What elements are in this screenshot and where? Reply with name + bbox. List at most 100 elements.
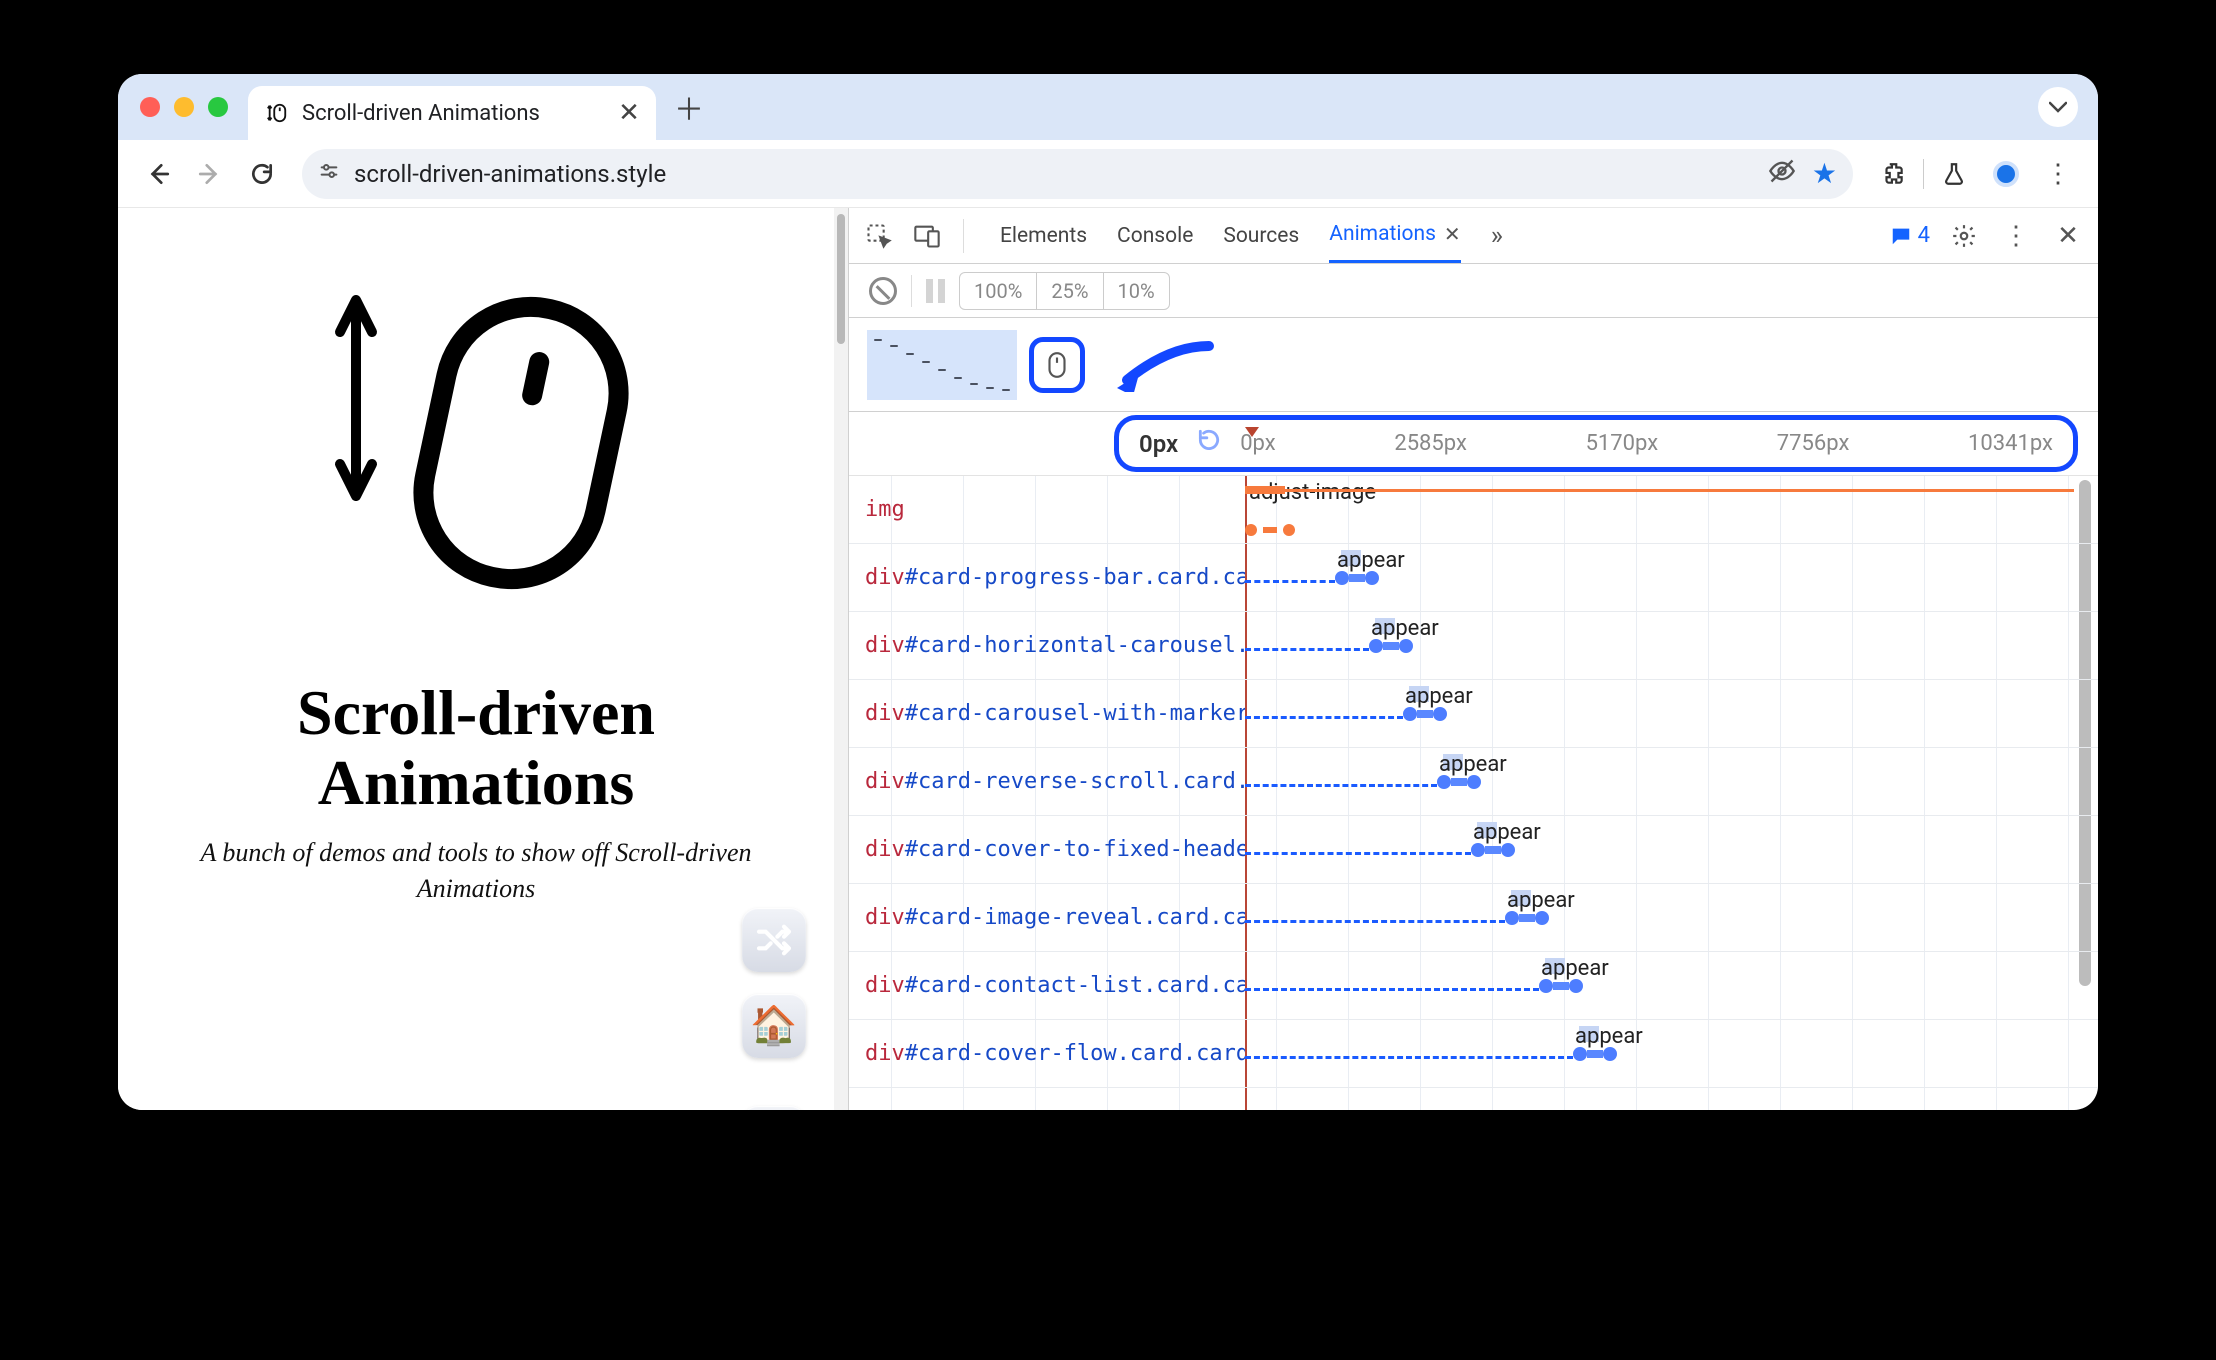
browser-toolbar: scroll-driven-animations.style ★ ⋮ <box>118 140 2098 208</box>
speed-selector[interactable]: 100% 25% 10% <box>959 272 1170 310</box>
row-selector: div#card-carousel-with-marker <box>849 701 1245 726</box>
animation-name: appear <box>1575 1024 1643 1049</box>
page-title: Scroll-drivenAnimations <box>168 678 784 819</box>
row-selector: div#card-contact-list.card.ca <box>849 973 1245 998</box>
animation-thumbnail[interactable] <box>867 330 1017 400</box>
animation-name: appear <box>1405 684 1473 709</box>
animation-row[interactable]: img adjust-image <box>849 476 2098 544</box>
speed-10[interactable]: 10% <box>1104 273 1169 309</box>
tab-strip: Scroll-driven Animations ✕ ＋ <box>118 74 2098 140</box>
animation-row[interactable]: div#card-cover-to-fixed-heade appear <box>849 816 2098 884</box>
bookmark-star-icon[interactable]: ★ <box>1812 157 1837 190</box>
row-timeline[interactable]: appear <box>1245 1020 2074 1087</box>
chrome-menu-icon[interactable]: ⋮ <box>2036 152 2080 196</box>
animation-preview-row <box>849 318 2098 412</box>
callout-arrow-icon <box>1109 332 1219 392</box>
animation-row[interactable]: div#card-horizontal-carousel. appear <box>849 612 2098 680</box>
row-selector: div#card-image-reveal.card.ca <box>849 905 1245 930</box>
ruler-highlight: 0px 0px 2585px 5170px 7756px 10341px <box>1114 415 2078 472</box>
clear-button[interactable] <box>869 277 897 305</box>
animation-row[interactable]: div#card-image-reveal.card.ca appear <box>849 884 2098 952</box>
row-selector: div#card-progress-bar.card.ca <box>849 565 1245 590</box>
animation-rows: img adjust-image div#card-progress-bar.c… <box>849 476 2098 1110</box>
row-selector: div#card-reverse-scroll.card. <box>849 769 1245 794</box>
tab-console[interactable]: Console <box>1117 208 1193 263</box>
browser-window: Scroll-driven Animations ✕ ＋ scroll-driv… <box>118 74 2098 1110</box>
row-timeline[interactable]: appear <box>1245 748 2074 815</box>
row-selector: div#card-horizontal-carousel. <box>849 633 1245 658</box>
close-devtools-icon[interactable]: ✕ <box>2050 218 2086 254</box>
devtools-panel: Elements Console Sources Animations✕ » 4 <box>848 208 2098 1110</box>
animation-row[interactable]: div#card-carousel-with-marker appear <box>849 680 2098 748</box>
url-text: scroll-driven-animations.style <box>354 160 1754 188</box>
page-logo <box>168 288 784 618</box>
animations-controls: 100% 25% 10% <box>849 264 2098 318</box>
tab-sources[interactable]: Sources <box>1223 208 1299 263</box>
replay-icon[interactable] <box>1196 427 1222 460</box>
page-subtitle: A bunch of demos and tools to show off S… <box>168 835 784 908</box>
playhead-position: 0px <box>1139 430 1178 458</box>
tab-elements[interactable]: Elements <box>1000 208 1087 263</box>
devtools-menu-icon[interactable]: ⋮ <box>1998 218 2034 254</box>
animation-row[interactable]: div#card-progress-bar.card.ca appear <box>849 544 2098 612</box>
row-selector: div#card-cover-flow.card.card <box>849 1041 1245 1066</box>
animation-row[interactable]: div#card-contact-list.card.ca appear <box>849 952 2098 1020</box>
rendered-page[interactable]: Scroll-drivenAnimations A bunch of demos… <box>118 208 834 1110</box>
close-tab-icon[interactable]: ✕ <box>614 98 644 128</box>
ruler-ticks: 0px 2585px 5170px 7756px 10341px <box>1240 431 2053 456</box>
profile-avatar[interactable] <box>1984 152 2028 196</box>
toolbar-separator <box>1923 159 1924 189</box>
row-selector: img <box>849 497 1245 522</box>
animation-name: appear <box>1439 752 1507 777</box>
tab-favicon-mouse-icon <box>266 102 288 124</box>
settings-gear-icon[interactable] <box>1946 218 1982 254</box>
row-selector: div#card-cover-to-fixed-heade <box>849 837 1245 862</box>
devtools-top-bar: Elements Console Sources Animations✕ » 4 <box>849 208 2098 264</box>
close-window-icon[interactable] <box>140 97 160 117</box>
tab-search-button[interactable] <box>2038 87 2078 127</box>
info-button[interactable]: i <box>742 1106 806 1110</box>
inspect-element-icon[interactable] <box>861 218 897 254</box>
row-timeline[interactable]: adjust-image <box>1245 476 2074 543</box>
more-tabs-icon[interactable]: » <box>1491 208 1503 263</box>
scroll-timeline-icon[interactable] <box>1029 337 1085 393</box>
speed-25[interactable]: 25% <box>1037 273 1103 309</box>
close-panel-icon[interactable]: ✕ <box>1444 222 1461 246</box>
animation-row[interactable]: div#card-reverse-scroll.card. appear <box>849 748 2098 816</box>
animation-name: appear <box>1473 820 1541 845</box>
site-settings-icon[interactable] <box>318 160 340 187</box>
animation-name: appear <box>1507 888 1575 913</box>
animation-name: appear <box>1541 956 1609 981</box>
row-timeline[interactable]: appear <box>1245 544 2074 611</box>
browser-tab[interactable]: Scroll-driven Animations ✕ <box>248 86 656 140</box>
tab-animations[interactable]: Animations✕ <box>1329 208 1460 263</box>
labs-icon[interactable] <box>1932 152 1976 196</box>
row-timeline[interactable]: appear <box>1245 680 2074 747</box>
address-bar[interactable]: scroll-driven-animations.style ★ <box>302 149 1853 199</box>
reload-button[interactable] <box>240 152 284 196</box>
zoom-window-icon[interactable] <box>208 97 228 117</box>
extensions-icon[interactable] <box>1871 152 1915 196</box>
playhead-marker-icon <box>1244 423 1260 439</box>
tracking-icon[interactable] <box>1768 157 1796 191</box>
minimize-window-icon[interactable] <box>174 97 194 117</box>
row-timeline[interactable]: appear <box>1245 612 2074 679</box>
back-button[interactable] <box>136 152 180 196</box>
row-timeline[interactable]: appear <box>1245 816 2074 883</box>
animation-row[interactable]: div#card-cover-flow.card.card appear <box>849 1020 2098 1088</box>
devtools-resizer[interactable] <box>834 208 848 1110</box>
content-area: Scroll-drivenAnimations A bunch of demos… <box>118 208 2098 1110</box>
shuffle-button[interactable] <box>742 908 806 972</box>
home-button[interactable]: 🏠 <box>742 994 806 1058</box>
messages-button[interactable]: 4 <box>1890 223 1930 248</box>
tab-title: Scroll-driven Animations <box>302 101 600 126</box>
speed-100[interactable]: 100% <box>960 273 1037 309</box>
devtools-tabs: Elements Console Sources Animations✕ » <box>1000 208 1503 263</box>
device-toolbar-icon[interactable] <box>909 218 945 254</box>
forward-button[interactable] <box>188 152 232 196</box>
new-tab-button[interactable]: ＋ <box>666 84 712 130</box>
row-timeline[interactable]: appear <box>1245 952 2074 1019</box>
animation-name: appear <box>1371 616 1439 641</box>
pause-button[interactable] <box>926 279 945 303</box>
row-timeline[interactable]: appear <box>1245 884 2074 951</box>
